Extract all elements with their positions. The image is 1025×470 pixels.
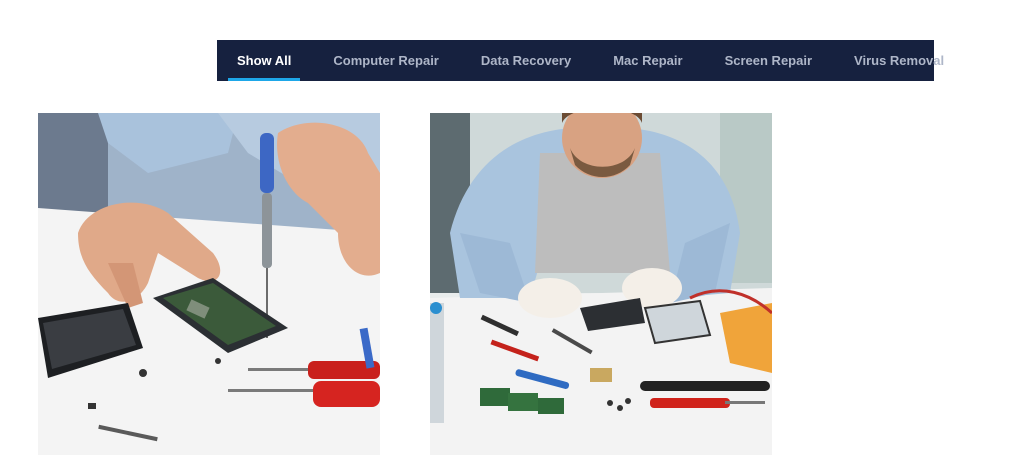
phone-repair-photo (38, 113, 380, 455)
portfolio-page: Show All Computer Repair Data Recovery M… (0, 0, 1025, 470)
filter-tab-mac-repair[interactable]: Mac Repair (604, 40, 691, 81)
filter-tab-label: Mac Repair (613, 53, 683, 68)
filter-tab-label: Data Recovery (480, 53, 572, 68)
gallery-item-phone-repair[interactable] (38, 113, 380, 455)
gallery-item-technician[interactable] (430, 113, 772, 455)
active-tab-indicator (228, 78, 301, 81)
filter-tab-data-recovery[interactable]: Data Recovery (472, 40, 580, 81)
filter-tab-screen-repair[interactable]: Screen Repair (716, 40, 821, 81)
technician-repair-photo (430, 113, 772, 455)
filter-tab-virus-removal[interactable]: Virus Removal (845, 40, 953, 81)
filter-tab-label: Screen Repair (724, 53, 813, 68)
filter-tab-show-all[interactable]: Show All (228, 40, 301, 81)
filter-tab-label: Show All (237, 53, 292, 68)
portfolio-filter-bar: Show All Computer Repair Data Recovery M… (217, 40, 944, 81)
filter-tab-label: Computer Repair (333, 53, 439, 68)
filter-tab-label: Virus Removal (854, 53, 945, 68)
filter-tab-computer-repair[interactable]: Computer Repair (324, 40, 447, 81)
